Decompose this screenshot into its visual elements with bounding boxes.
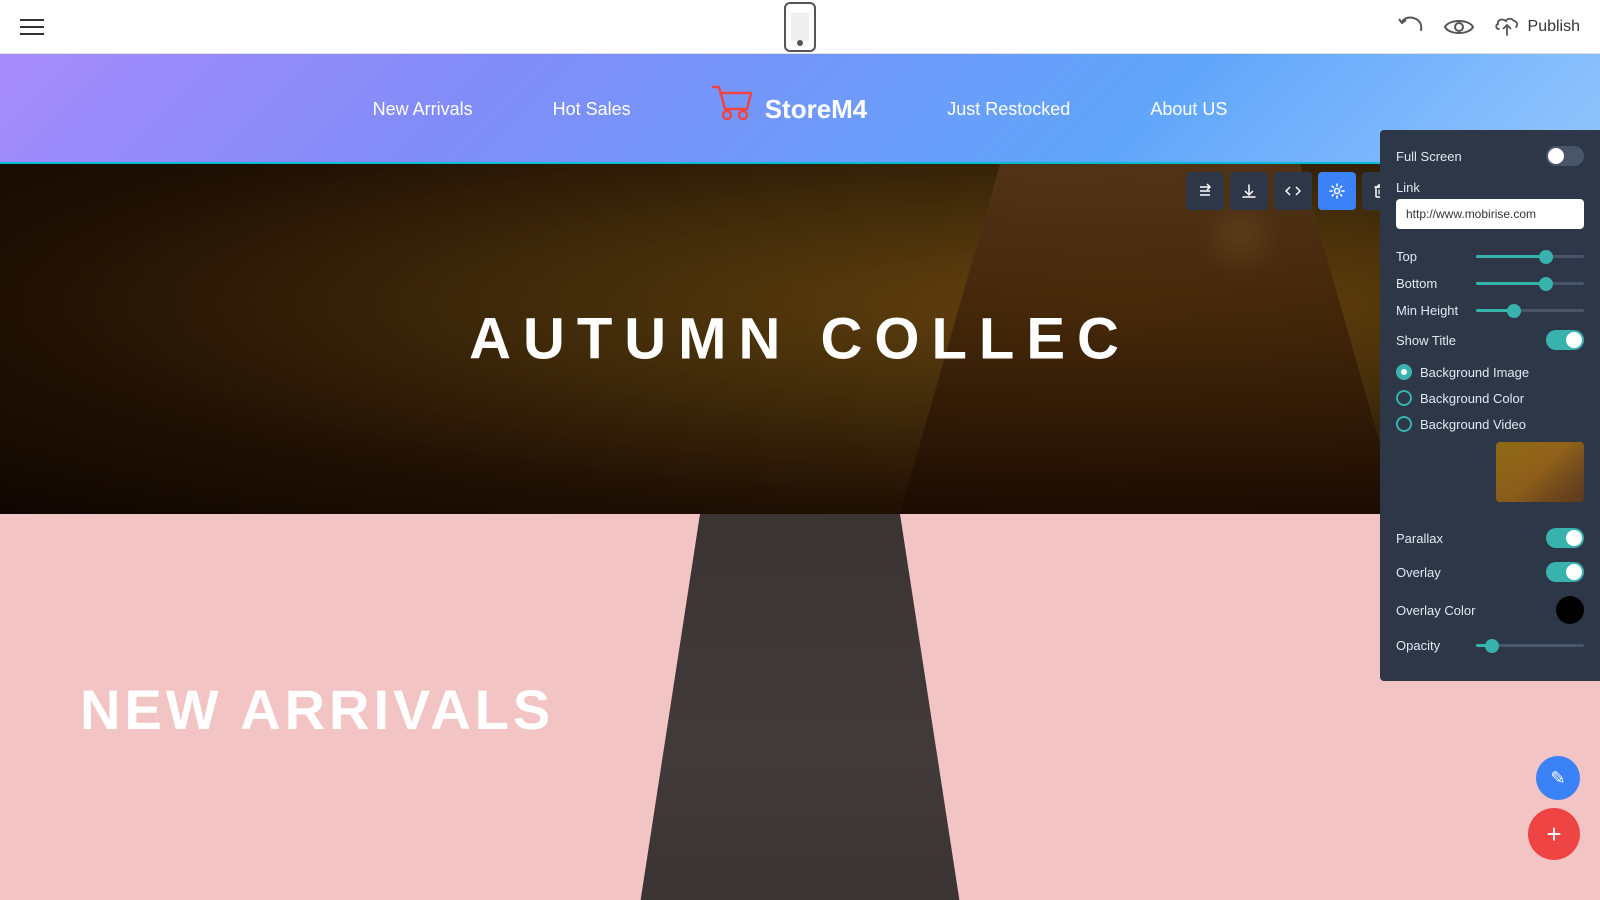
bg-image-radio-inner [1401, 369, 1407, 375]
overlay-color-swatch[interactable] [1556, 596, 1584, 624]
bg-video-label: Background Video [1420, 417, 1526, 432]
hero-toolbar [1186, 172, 1400, 210]
bg-image-label: Background Image [1420, 365, 1529, 380]
parallax-toggle[interactable] [1546, 528, 1584, 548]
bg-video-row[interactable]: Background Video [1396, 416, 1584, 432]
publish-label: Publish [1528, 18, 1580, 36]
min-height-slider-track[interactable] [1476, 309, 1584, 312]
overlay-label: Overlay [1396, 565, 1441, 580]
toolbar-left [20, 19, 44, 35]
full-screen-row: Full Screen [1396, 146, 1584, 166]
download-tool-button[interactable] [1230, 172, 1268, 210]
top-slider-row: Top [1396, 249, 1584, 264]
bottom-slider-row: Bottom [1396, 276, 1584, 291]
nav-link-hot-sales[interactable]: Hot Sales [553, 99, 631, 120]
bottom-slider-label: Bottom [1396, 276, 1466, 291]
top-toolbar: Publish [0, 0, 1600, 54]
min-height-slider-row: Min Height [1396, 303, 1584, 318]
toolbar-right: Publish [1398, 16, 1580, 38]
publish-button[interactable]: Publish [1494, 17, 1580, 37]
bg-color-row[interactable]: Background Color [1396, 390, 1584, 406]
opacity-slider-row: Opacity [1396, 638, 1584, 653]
toolbar-center [784, 2, 816, 52]
nav-logo: StoreM4 [711, 85, 868, 133]
show-title-toggle-knob [1566, 332, 1582, 348]
navbar: New Arrivals Hot Sales StoreM4 Just Rest… [0, 54, 1600, 164]
bg-color-label: Background Color [1420, 391, 1524, 406]
add-fab-icon: + [1546, 819, 1561, 850]
phone-device-icon[interactable] [784, 2, 816, 52]
nav-link-about-us[interactable]: About US [1150, 99, 1227, 120]
logo-text: StoreM4 [765, 94, 868, 125]
parallax-toggle-knob [1566, 530, 1582, 546]
top-slider-track[interactable] [1476, 255, 1584, 258]
opacity-slider-track[interactable] [1476, 644, 1584, 647]
edit-fab-button[interactable]: ✎ [1536, 756, 1580, 800]
nav-link-new-arrivals[interactable]: New Arrivals [373, 99, 473, 120]
show-title-toggle[interactable] [1546, 330, 1584, 350]
opacity-slider-label: Opacity [1396, 638, 1466, 653]
settings-panel: Full Screen Link Top Bottom Min Height [1380, 130, 1600, 681]
nav-link-just-restocked[interactable]: Just Restocked [947, 99, 1070, 120]
overlay-color-label: Overlay Color [1396, 603, 1475, 618]
bg-thumbnail[interactable] [1496, 442, 1584, 502]
overlay-color-row: Overlay Color [1396, 596, 1584, 624]
main-content: New Arrivals Hot Sales StoreM4 Just Rest… [0, 0, 1600, 900]
phone-screen [791, 13, 809, 41]
overlay-row: Overlay [1396, 562, 1584, 582]
min-height-slider-label: Min Height [1396, 303, 1466, 318]
opacity-slider-thumb[interactable] [1485, 639, 1499, 653]
bg-image-radio[interactable] [1396, 364, 1412, 380]
show-title-label: Show Title [1396, 333, 1456, 348]
top-slider-fill [1476, 255, 1546, 258]
parallax-row: Parallax [1396, 528, 1584, 548]
overlay-toggle-knob [1566, 564, 1582, 580]
arrivals-person-silhouette [600, 514, 1000, 900]
link-input[interactable] [1396, 199, 1584, 229]
bottom-slider-fill [1476, 282, 1546, 285]
hero-title: AUTUMN COLLEC [469, 306, 1131, 373]
bg-thumbnail-container [1396, 442, 1584, 516]
overlay-toggle[interactable] [1546, 562, 1584, 582]
hero-section: AUTUMN COLLEC [0, 164, 1600, 514]
undo-icon[interactable] [1398, 16, 1424, 38]
parallax-label: Parallax [1396, 531, 1443, 546]
bg-image-row[interactable]: Background Image [1396, 364, 1584, 380]
show-title-row: Show Title [1396, 330, 1584, 350]
add-fab-button[interactable]: + [1528, 808, 1580, 860]
full-screen-toggle-knob [1548, 148, 1564, 164]
full-screen-toggle[interactable] [1546, 146, 1584, 166]
bottom-slider-thumb[interactable] [1539, 277, 1553, 291]
hamburger-icon[interactable] [20, 19, 44, 35]
full-screen-label: Full Screen [1396, 149, 1462, 164]
edit-fab-icon: ✎ [1550, 768, 1565, 789]
top-slider-thumb[interactable] [1539, 250, 1553, 264]
bottom-slider-track[interactable] [1476, 282, 1584, 285]
code-tool-button[interactable] [1274, 172, 1312, 210]
bg-color-radio[interactable] [1396, 390, 1412, 406]
new-arrivals-section: NEW ARRIVALS [0, 514, 1600, 900]
sort-tool-button[interactable] [1186, 172, 1224, 210]
cart-icon [711, 85, 755, 133]
settings-tool-button[interactable] [1318, 172, 1356, 210]
new-arrivals-title: NEW ARRIVALS [80, 677, 554, 742]
min-height-slider-thumb[interactable] [1507, 304, 1521, 318]
top-slider-label: Top [1396, 249, 1466, 264]
link-label: Link [1396, 180, 1584, 195]
link-section: Link [1396, 180, 1584, 243]
preview-icon[interactable] [1444, 17, 1474, 37]
bg-video-radio[interactable] [1396, 416, 1412, 432]
